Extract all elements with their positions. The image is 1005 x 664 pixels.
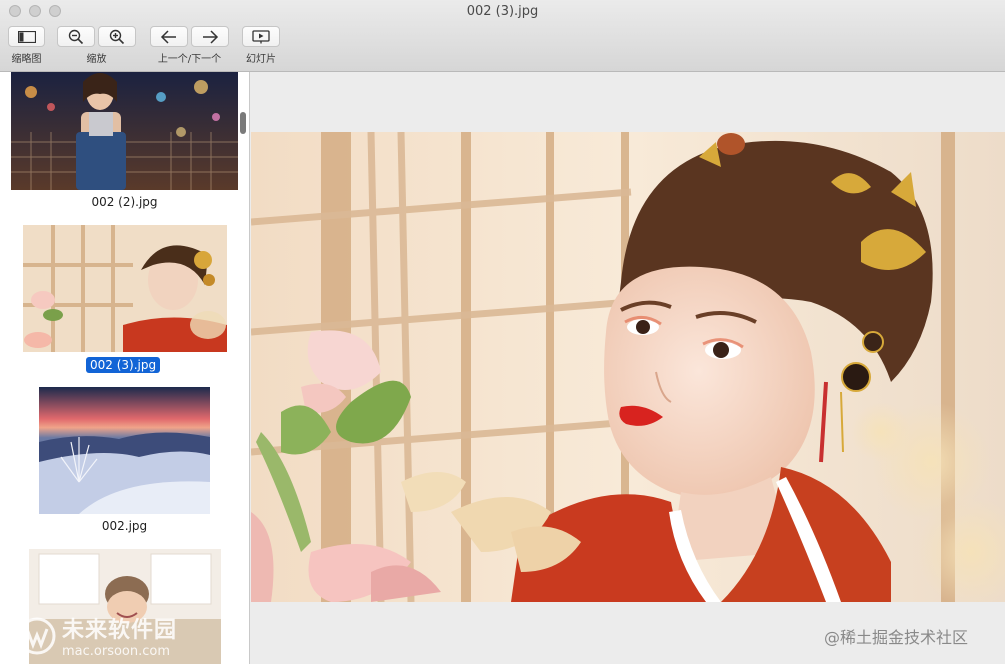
thumbnail-caption: 002.jpg — [101, 519, 148, 533]
previous-button[interactable] — [150, 26, 188, 47]
community-watermark: @稀土掘金技术社区 — [824, 628, 969, 647]
window-title: 002 (3).jpg — [466, 4, 539, 19]
site-logo-icon — [18, 617, 56, 654]
slideshow-button[interactable] — [242, 26, 280, 47]
slideshow-tool: 幻灯片 — [242, 26, 280, 65]
thumbnails-tool: 缩略图 — [8, 26, 45, 65]
navigation-tool: 上一个/下一个 — [150, 26, 229, 65]
next-button[interactable] — [191, 26, 229, 47]
thumbnail-caption-selected: 002 (3).jpg — [86, 357, 161, 373]
navigation-label: 上一个/下一个 — [157, 54, 222, 65]
slideshow-label: 幻灯片 — [246, 54, 276, 65]
thumbnail-image-selected[interactable] — [23, 225, 227, 352]
main-photo — [251, 132, 1005, 602]
slideshow-icon — [252, 29, 270, 43]
zoom-label: 缩放 — [86, 54, 107, 65]
zoom-tool: 缩放 — [57, 26, 136, 65]
image-viewer-window: 002 (3).jpg 缩略图 缩放 上一个/下一个 幻灯片 002 (2).j… — [0, 0, 1005, 664]
thumbnail-caption: 002 (2).jpg — [91, 195, 158, 209]
sidebar-icon — [17, 30, 36, 43]
zoom-out-icon — [68, 29, 84, 44]
titlebar: 002 (3).jpg 缩略图 缩放 上一个/下一个 幻灯片 — [0, 0, 1005, 72]
thumbnail-sidebar[interactable]: 002 (2).jpg 002 (3).jpg 002.jpg — [0, 72, 250, 664]
zoom-in-icon — [109, 29, 125, 44]
site-watermark-name: 未来软件园 — [62, 618, 178, 643]
site-watermark-url: mac.orsoon.com — [62, 644, 171, 659]
site-watermark: 未来软件园 mac.orsoon.com — [18, 612, 177, 659]
thumbnail-image[interactable] — [11, 72, 238, 190]
thumbnail-image[interactable] — [39, 387, 210, 514]
zoom-out-button[interactable] — [57, 26, 95, 47]
thumbnails-label: 缩略图 — [11, 54, 42, 65]
image-canvas[interactable] — [251, 72, 1005, 664]
zoom-in-button[interactable] — [98, 26, 136, 47]
thumbnails-toggle-button[interactable] — [8, 26, 45, 47]
sidebar-scrollbar-thumb[interactable] — [240, 112, 246, 134]
arrow-right-icon — [203, 29, 219, 44]
arrow-left-icon — [160, 29, 176, 44]
